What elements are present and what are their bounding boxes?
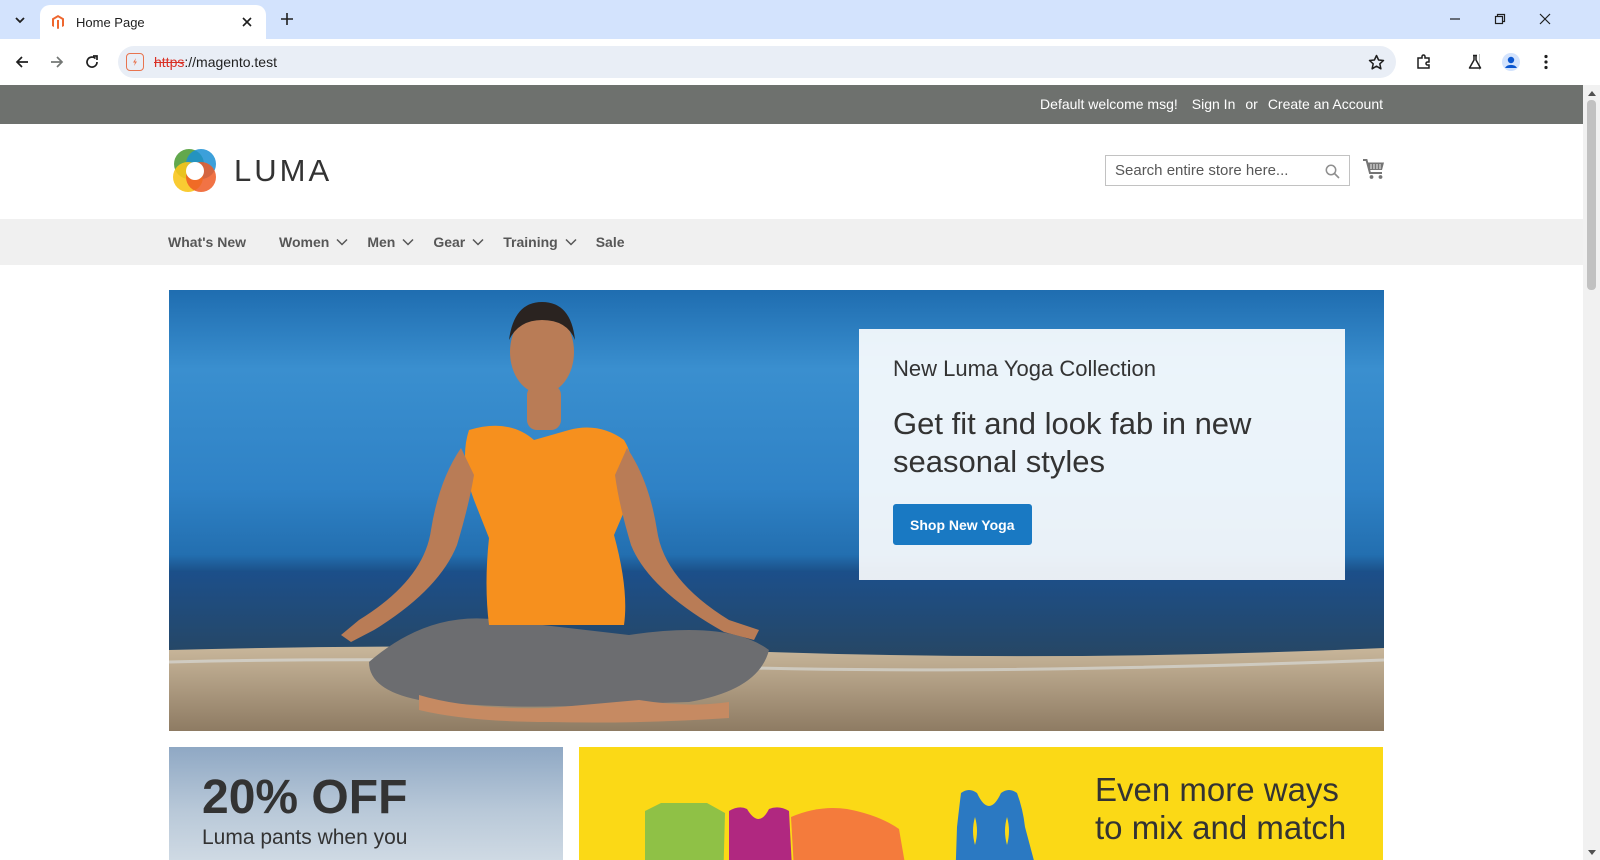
plus-icon xyxy=(281,13,293,25)
or-text: or xyxy=(1245,96,1258,112)
promo-subtitle: Luma pants when you xyxy=(202,826,408,849)
close-icon xyxy=(242,17,252,27)
active-tab[interactable]: Home Page xyxy=(40,5,266,39)
search-icon xyxy=(1325,164,1340,179)
forward-button[interactable] xyxy=(43,48,71,76)
cart-icon xyxy=(1363,159,1384,179)
nav-item-sale[interactable]: Sale xyxy=(596,234,625,250)
magento-favicon-icon xyxy=(52,15,64,29)
nav-items: What's New Women Men Gear Training Sale xyxy=(168,219,644,265)
search-button[interactable] xyxy=(1323,162,1341,180)
scrollbar-thumb[interactable] xyxy=(1587,100,1596,290)
flask-icon xyxy=(1468,54,1482,69)
welcome-message: Default welcome msg! xyxy=(1040,96,1178,112)
extensions-button[interactable] xyxy=(1411,49,1437,75)
search-form xyxy=(1105,155,1350,186)
promo-pants-banner[interactable]: 20% OFF Luma pants when you xyxy=(169,747,563,860)
minimize-icon xyxy=(1450,18,1460,20)
logo-text: LUMA xyxy=(234,153,333,188)
nav-item-women[interactable]: Women xyxy=(279,234,348,250)
restore-icon xyxy=(1494,13,1506,25)
tab-close-button[interactable] xyxy=(238,13,256,31)
header-links: Default welcome msg! Sign In or Create a… xyxy=(1040,96,1383,112)
hero-banner[interactable]: New Luma Yoga Collection Get fit and loo… xyxy=(169,290,1384,731)
tank-tops-image xyxy=(645,790,1034,860)
nav-item-gear[interactable]: Gear xyxy=(433,234,484,250)
promo-mix-match-banner[interactable]: Even more ways to mix and match xyxy=(579,747,1383,860)
tab-strip: Home Page xyxy=(0,0,1600,39)
chevron-down-icon xyxy=(336,238,348,246)
scroll-down-arrow[interactable] xyxy=(1587,848,1596,857)
star-icon xyxy=(1368,54,1384,70)
more-vertical-icon xyxy=(1544,54,1548,70)
arrow-right-icon xyxy=(51,56,64,68)
scroll-up-arrow[interactable] xyxy=(1587,88,1596,97)
chevron-down-icon xyxy=(15,17,25,24)
chevron-down-icon xyxy=(472,238,484,246)
profile-button[interactable] xyxy=(1498,49,1524,75)
minicart-button[interactable] xyxy=(1362,158,1386,180)
address-bar[interactable]: https://magento.test xyxy=(118,46,1396,78)
arrow-left-icon xyxy=(15,56,28,68)
panel-header: Default welcome msg! Sign In or Create a… xyxy=(0,85,1583,124)
restore-button[interactable] xyxy=(1485,8,1515,30)
hero-kicker: New Luma Yoga Collection xyxy=(893,356,1156,381)
bookmark-star-button[interactable] xyxy=(1366,52,1386,72)
nav-item-whats-new[interactable]: What's New xyxy=(168,234,246,250)
labs-button[interactable] xyxy=(1462,49,1488,75)
browser-window: Home Page https://magento.test Default w… xyxy=(0,0,1600,860)
close-window-button[interactable] xyxy=(1530,8,1560,30)
nav-item-training[interactable]: Training xyxy=(503,234,577,250)
tab-search-button[interactable] xyxy=(6,6,34,34)
back-button[interactable] xyxy=(8,48,36,76)
page-scrollbar[interactable] xyxy=(1583,85,1600,860)
hero-title: Get fit and look fab in new seasonal sty… xyxy=(893,406,1252,479)
sign-in-link[interactable]: Sign In xyxy=(1192,96,1236,112)
avatar-icon xyxy=(1502,53,1520,71)
promo-discount: 20% OFF xyxy=(202,771,408,824)
shop-new-yoga-button[interactable]: Shop New Yoga xyxy=(893,504,1032,545)
page-viewport: Default welcome msg! Sign In or Create a… xyxy=(0,85,1583,860)
browser-toolbar: https://magento.test xyxy=(0,39,1600,85)
reload-button[interactable] xyxy=(78,48,106,76)
chevron-down-icon xyxy=(565,238,577,246)
nav-item-men[interactable]: Men xyxy=(367,234,414,250)
site-header: LUMA xyxy=(0,124,1583,219)
triangle-up-icon xyxy=(1587,90,1596,96)
hero-content-card: New Luma Yoga Collection Get fit and loo… xyxy=(859,329,1345,580)
tab-title: Home Page xyxy=(76,14,145,30)
puzzle-icon xyxy=(1417,54,1430,69)
reload-icon xyxy=(86,55,98,68)
create-account-link[interactable]: Create an Account xyxy=(1268,96,1383,112)
luma-logo-icon xyxy=(173,149,216,192)
not-secure-icon[interactable] xyxy=(126,53,144,71)
main-navigation: What's New Women Men Gear Training Sale xyxy=(0,219,1583,265)
store-logo[interactable]: LUMA xyxy=(170,146,332,196)
triangle-down-icon xyxy=(1587,849,1596,855)
new-tab-button[interactable] xyxy=(276,8,298,30)
minimize-button[interactable] xyxy=(1440,8,1470,30)
chevron-down-icon xyxy=(402,238,414,246)
search-input[interactable] xyxy=(1115,162,1315,179)
url-text: https://magento.test xyxy=(154,54,277,70)
menu-button[interactable] xyxy=(1533,49,1559,75)
promo-headline: Even more ways to mix and match xyxy=(1095,771,1347,846)
close-icon xyxy=(1539,13,1551,25)
